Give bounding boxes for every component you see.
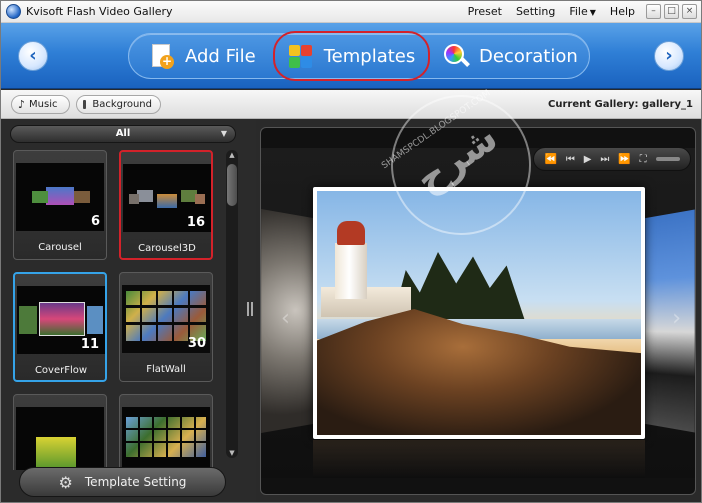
decoration-label: Decoration [479, 45, 578, 67]
play-icon[interactable]: ▶ [584, 154, 592, 165]
scroll-up-icon[interactable]: ▲ [227, 151, 237, 159]
scroll-down-icon[interactable]: ▼ [227, 449, 237, 457]
splitter-grip-icon[interactable] [247, 302, 253, 316]
next-step-button[interactable]: › [654, 41, 684, 71]
template-photo-count: 6 [90, 214, 100, 229]
player-controls: ⏪ ⏮ ▶ ⏭ ⏩ ⛶ [533, 147, 691, 171]
templates-label: Templates [323, 45, 416, 67]
templates-button[interactable]: Templates [273, 31, 430, 81]
rewind-icon[interactable]: ⏪ [544, 154, 556, 165]
template-photo-count: 30 [187, 336, 206, 351]
template-setting-label: Template Setting [84, 475, 187, 489]
add-file-icon: + [149, 43, 175, 69]
side-photo-right[interactable] [645, 209, 695, 433]
menu-help[interactable]: Help [610, 5, 635, 18]
template-item[interactable] [13, 394, 107, 470]
add-file-label: Add File [185, 45, 256, 67]
panel-splitter[interactable] [244, 120, 256, 502]
window-controls: – □ × [646, 4, 697, 19]
template-item-carousel[interactable]: 6 Carousel [13, 150, 107, 260]
minimize-button[interactable]: – [646, 4, 661, 19]
volume-slider[interactable] [655, 157, 680, 161]
template-name: Carousel [38, 242, 82, 253]
background-button[interactable]: Background [76, 95, 161, 114]
template-item-coverflow[interactable]: 11 CoverFlow [13, 272, 107, 382]
template-item-carousel3d[interactable]: 16 Carousel3D [119, 150, 213, 260]
template-name: CoverFlow [34, 365, 88, 376]
template-filter-dropdown[interactable]: All ▼ [10, 125, 236, 143]
background-label: Background [92, 99, 152, 110]
template-photo-count: 16 [186, 215, 205, 230]
fullscreen-icon[interactable]: ⛶ [640, 154, 647, 165]
app-logo-icon [6, 4, 21, 19]
skip-forward-icon[interactable]: ⏭ [600, 154, 609, 165]
template-photo-count: 11 [80, 337, 99, 352]
chevron-down-icon: ▼ [220, 129, 227, 138]
template-scrollbar[interactable]: ▲ ▼ [226, 150, 238, 458]
background-icon [83, 100, 87, 109]
title-bar: Kvisoft Flash Video Gallery Preset Setti… [1, 1, 701, 23]
next-photo-icon[interactable]: › [672, 306, 681, 331]
previous-step-button[interactable]: ‹ [18, 41, 48, 71]
window-title: Kvisoft Flash Video Gallery [26, 5, 173, 18]
menu-file[interactable]: File ▼ [569, 5, 596, 18]
template-grid: 6 Carousel 16 Carousel3D 11 CoverFlow 30… [9, 150, 225, 470]
template-thumbnail [122, 407, 210, 470]
main-toolbar: ‹ + Add File Templates Decoration › [1, 23, 701, 89]
photo-reflection [313, 440, 645, 478]
template-name: FlatWall [146, 364, 186, 375]
menu-bar: Preset Setting File ▼ Help [468, 5, 635, 18]
current-gallery-label: Current Gallery: gallery_1 [548, 99, 693, 110]
menu-file-label: File [569, 5, 588, 18]
template-panel: All ▼ 6 Carousel 16 Carousel3D 11 CoverF… [1, 120, 244, 502]
menu-setting[interactable]: Setting [516, 5, 555, 18]
music-label: Music [29, 99, 58, 110]
music-note-icon: ♪ [18, 98, 26, 111]
scrollbar-thumb[interactable] [227, 164, 237, 206]
previous-photo-icon[interactable]: ‹ [281, 306, 290, 331]
music-button[interactable]: ♪ Music [11, 95, 70, 114]
sub-toolbar: ♪ Music Background Current Gallery: gall… [1, 90, 701, 119]
app-window: Kvisoft Flash Video Gallery Preset Setti… [0, 0, 702, 503]
decoration-icon [443, 43, 470, 69]
fast-forward-icon[interactable]: ⏩ [618, 154, 630, 165]
menu-preset[interactable]: Preset [468, 5, 502, 18]
gear-icon: ⚙ [58, 472, 73, 492]
template-filter-value: All [115, 128, 131, 139]
add-file-button[interactable]: + Add File [149, 33, 256, 79]
templates-icon [288, 43, 314, 69]
chevron-down-icon: ▼ [589, 8, 596, 17]
template-setting-button[interactable]: ⚙ Template Setting [19, 467, 226, 497]
skip-back-icon[interactable]: ⏮ [566, 154, 575, 165]
template-thumbnail [16, 407, 104, 470]
maximize-button[interactable]: □ [664, 4, 679, 19]
close-button[interactable]: × [682, 4, 697, 19]
template-item-flatwall[interactable]: 30 FlatWall [119, 272, 213, 382]
template-item[interactable] [119, 394, 213, 470]
template-name: Carousel3D [138, 243, 196, 254]
decoration-button[interactable]: Decoration [443, 33, 578, 79]
